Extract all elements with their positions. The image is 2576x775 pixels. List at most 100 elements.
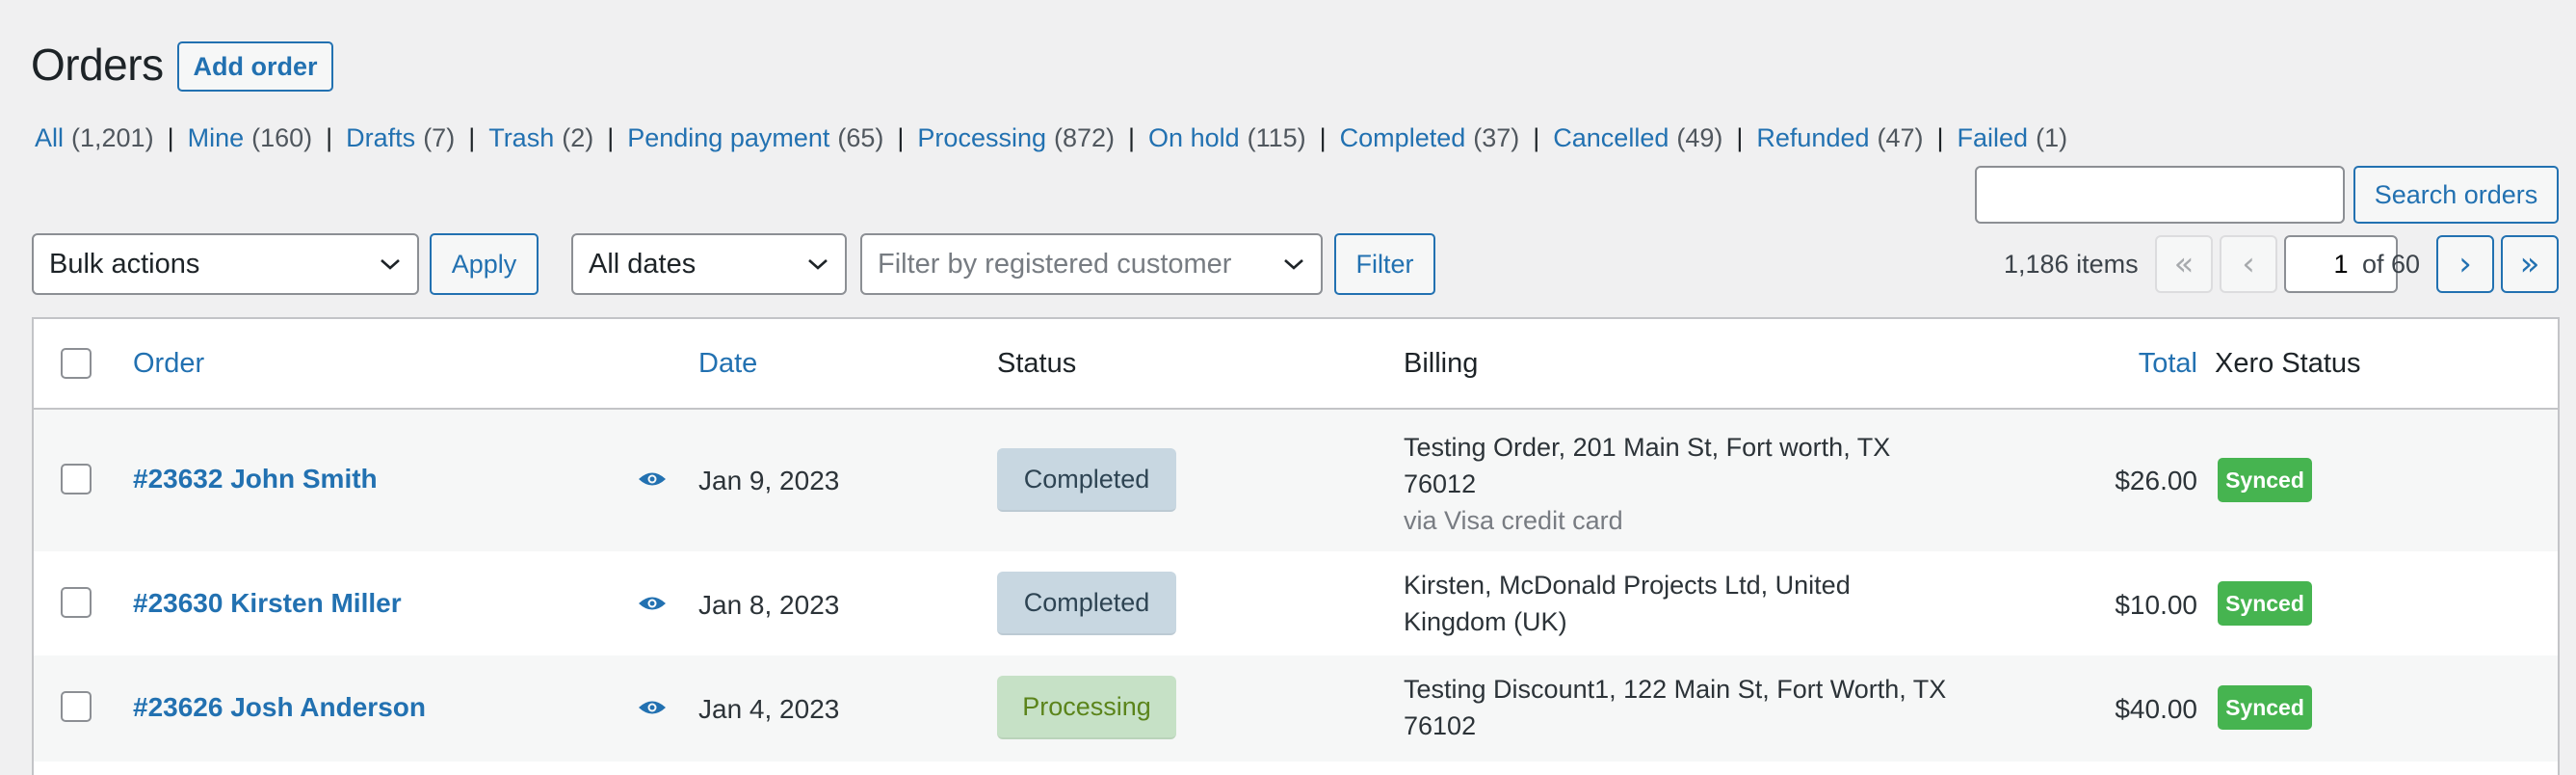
filter-label[interactable]: Cancelled (1553, 123, 1669, 153)
table-header: Order Date Status Billing Total Xero Sta… (34, 319, 2558, 410)
chevron-down-icon (1284, 259, 1303, 270)
filter-count: (47) (1877, 123, 1924, 152)
filter-count: (65) (837, 123, 884, 152)
bulk-actions-select[interactable]: Bulk actions (32, 233, 419, 295)
next-page-button[interactable]: › (2436, 235, 2494, 293)
column-order[interactable]: Order (133, 348, 204, 380)
xero-status-badge: Synced (2218, 581, 2312, 626)
filter-count: (49) (1676, 123, 1723, 152)
filter-processing[interactable]: Processing (872) (917, 123, 1115, 153)
column-status: Status (997, 348, 1077, 379)
billing-line: Kirsten, McDonald Projects Ltd, United (1404, 571, 1851, 600)
page-title: Orders (31, 40, 164, 90)
filter-label[interactable]: Completed (1340, 123, 1466, 153)
chevron-down-icon (381, 259, 400, 270)
customer-filter-placeholder: Filter by registered customer (878, 248, 1232, 280)
filter-cancelled[interactable]: Cancelled (49) (1553, 123, 1722, 153)
status-badge: Completed (997, 572, 1176, 635)
filter-failed[interactable]: Failed (1) (1958, 123, 2068, 153)
order-date: Jan 8, 2023 (698, 590, 840, 620)
add-order-button[interactable]: Add order (177, 41, 333, 92)
filter-button[interactable]: Filter (1334, 233, 1435, 295)
filter-separator: | (1319, 123, 1327, 152)
billing-line: Testing Order, 201 Main St, Fort worth, … (1404, 433, 1891, 462)
filter-on-hold[interactable]: On hold (115) (1148, 123, 1306, 153)
row-checkbox[interactable] (61, 587, 92, 618)
orders-table: Order Date Status Billing Total Xero Sta… (32, 317, 2560, 775)
filter-separator: | (607, 123, 615, 152)
dates-value: All dates (589, 248, 697, 280)
eye-icon[interactable] (638, 594, 667, 613)
column-total[interactable]: Total (2139, 348, 2197, 380)
filter-label[interactable]: On hold (1148, 123, 1240, 153)
status-badge: Completed (997, 448, 1176, 512)
filter-trash[interactable]: Trash (2) (488, 123, 593, 153)
prev-page-button[interactable]: ‹ (2220, 235, 2277, 293)
order-date: Jan 4, 2023 (698, 694, 840, 724)
filter-label[interactable]: Refunded (1756, 123, 1869, 153)
table-row[interactable]: #23630 Kirsten Miller Jan 8, 2023 Comple… (34, 551, 2558, 655)
row-checkbox[interactable] (61, 691, 92, 722)
billing-line: Testing Discount1, 122 Main St, Fort Wor… (1404, 675, 1947, 704)
column-billing: Billing (1404, 348, 1479, 379)
dates-select[interactable]: All dates (571, 233, 847, 295)
filter-label[interactable]: Pending payment (627, 123, 829, 153)
select-all-checkbox[interactable] (61, 348, 92, 379)
billing-address: Kirsten, McDonald Projects Ltd, United K… (1404, 567, 2001, 640)
first-page-button[interactable]: « (2155, 235, 2213, 293)
order-link[interactable]: #23626 Josh Anderson (133, 692, 426, 723)
order-total: $26.00 (2115, 466, 2197, 495)
xero-status-badge: Synced (2218, 685, 2312, 730)
search-orders-input[interactable] (1975, 166, 2345, 224)
filter-separator: | (1128, 123, 1136, 152)
billing-line: 76012 (1404, 469, 1477, 498)
filter-label[interactable]: Failed (1958, 123, 2029, 153)
filter-separator: | (1936, 123, 1944, 152)
table-row[interactable]: #23632 John Smith Jan 9, 2023 Completed … (34, 410, 2558, 551)
chevron-down-icon (808, 259, 828, 270)
filter-label[interactable]: Trash (488, 123, 554, 153)
billing-line: 76102 (1404, 711, 1477, 740)
order-total: $40.00 (2115, 694, 2197, 724)
filter-count: (115) (1247, 123, 1306, 152)
filter-count: (7) (423, 123, 456, 152)
filter-count: (2) (562, 123, 594, 152)
filter-separator: | (1736, 123, 1744, 152)
table-row[interactable]: #23626 Josh Anderson Jan 4, 2023 Process… (34, 655, 2558, 762)
items-count: 1,186 items (2004, 250, 2139, 279)
filter-refunded[interactable]: Refunded (47) (1756, 123, 1923, 153)
filter-label[interactable]: Processing (917, 123, 1046, 153)
apply-button[interactable]: Apply (430, 233, 539, 295)
customer-filter-select[interactable]: Filter by registered customer (860, 233, 1323, 295)
last-page-button[interactable]: » (2501, 235, 2559, 293)
filter-completed[interactable]: Completed (37) (1340, 123, 1520, 153)
filter-separator: | (1533, 123, 1540, 152)
filter-count: (1,201) (71, 123, 154, 152)
filter-label[interactable]: Drafts (346, 123, 415, 153)
billing-line: Kingdom (UK) (1404, 607, 1567, 636)
order-total: $10.00 (2115, 590, 2197, 620)
eye-icon[interactable] (638, 698, 667, 717)
row-checkbox[interactable] (61, 464, 92, 494)
filter-pending-payment[interactable]: Pending payment (65) (627, 123, 883, 153)
order-link[interactable]: #23630 Kirsten Miller (133, 588, 402, 619)
payment-method: via Visa credit card (1404, 506, 1623, 535)
status-filters: All (1,201) | Mine (160) | Drafts (7) | Tra… (35, 123, 2067, 153)
filter-separator: | (326, 123, 333, 152)
filter-separator: | (468, 123, 476, 152)
order-date: Jan 9, 2023 (698, 466, 840, 495)
filter-drafts[interactable]: Drafts (7) (346, 123, 455, 153)
status-badge: Processing (997, 676, 1176, 739)
filter-all[interactable]: All (1,201) (35, 123, 154, 153)
filter-label[interactable]: All (35, 123, 64, 153)
search-orders-button[interactable]: Search orders (2353, 166, 2559, 224)
xero-status-badge: Synced (2218, 458, 2312, 502)
filter-label[interactable]: Mine (188, 123, 245, 153)
bulk-actions-value: Bulk actions (49, 248, 200, 280)
filter-separator: | (897, 123, 905, 152)
filter-mine[interactable]: Mine (160) (188, 123, 313, 153)
column-date[interactable]: Date (698, 348, 757, 380)
order-link[interactable]: #23632 John Smith (133, 464, 378, 494)
eye-icon[interactable] (638, 469, 667, 489)
total-pages: of 60 (2362, 250, 2421, 279)
